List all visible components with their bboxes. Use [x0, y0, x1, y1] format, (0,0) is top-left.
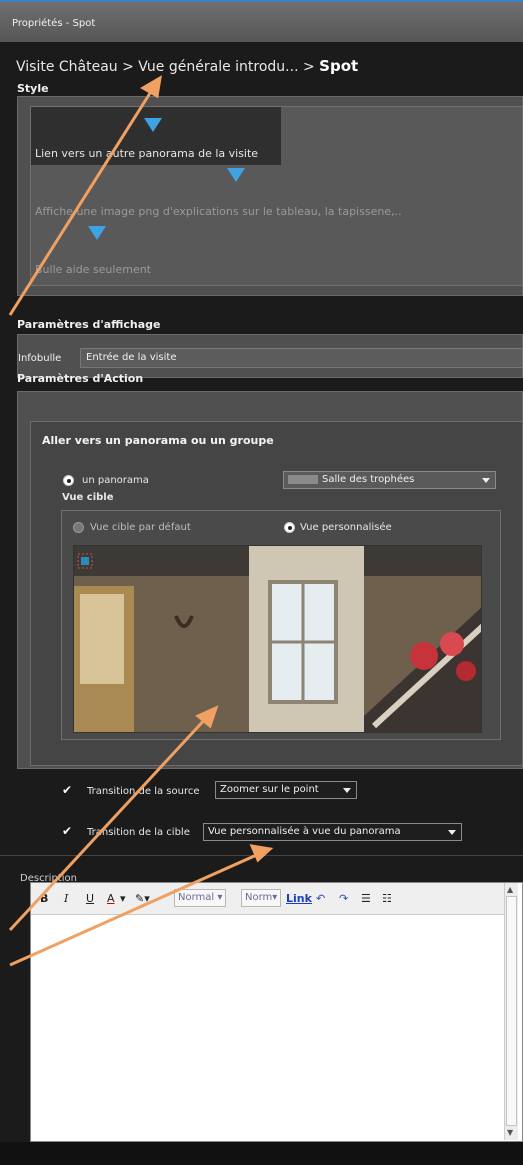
annotation-arrows	[8, 75, 274, 967]
